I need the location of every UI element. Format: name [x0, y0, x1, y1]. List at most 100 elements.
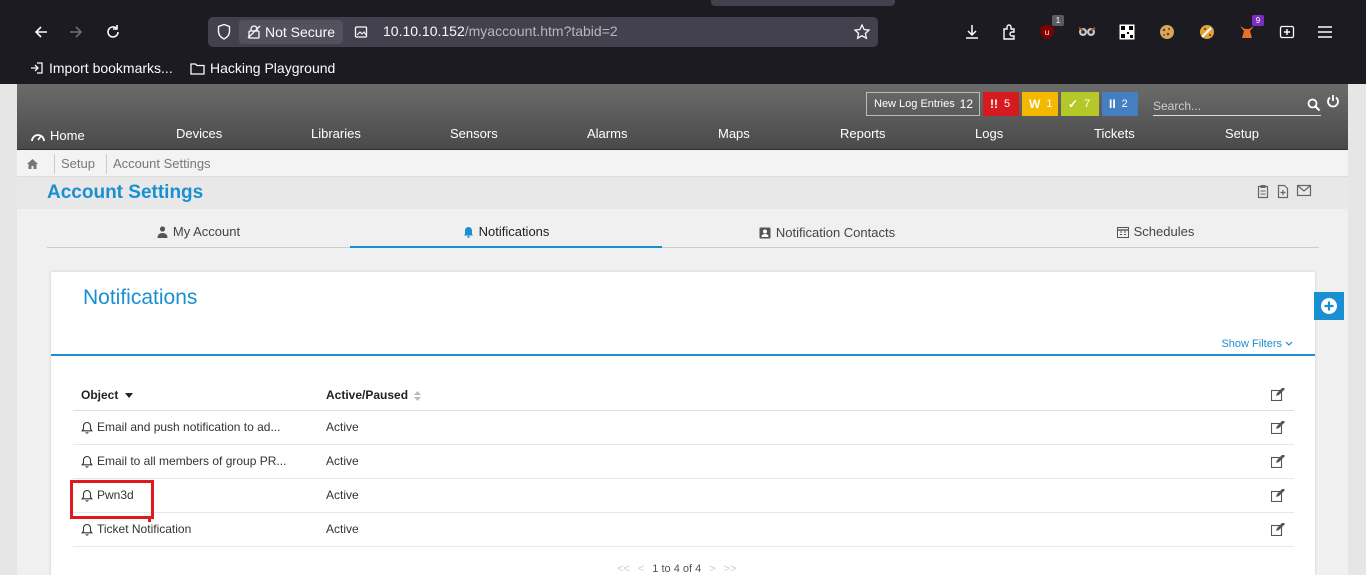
owl-icon [1078, 27, 1096, 36]
extension-owl[interactable] [1076, 21, 1098, 43]
tab-strip [0, 0, 1366, 10]
envelope-icon[interactable] [1296, 184, 1312, 199]
bookmark-label: Import bookmarks... [49, 60, 173, 76]
hamburger-menu-icon [1318, 26, 1332, 38]
folder-icon [190, 62, 205, 75]
bookmark-import[interactable]: Import bookmarks... [30, 58, 173, 78]
menu-button[interactable] [1314, 21, 1336, 43]
status-cell: Active [318, 512, 1254, 547]
cookie-icon [1160, 25, 1174, 39]
breadcrumb-account-settings[interactable]: Account Settings [106, 154, 211, 174]
nav-sensors[interactable]: Sensors [450, 126, 498, 142]
extension-foxy[interactable]: 9 [1236, 15, 1264, 43]
nav-maps[interactable]: Maps [718, 126, 750, 142]
bookmark-hacking-playground[interactable]: Hacking Playground [190, 58, 335, 78]
url-bar[interactable]: Not Secure 10.10.10.152/myaccount.htm?ta… [208, 17, 878, 47]
first-page-icon[interactable]: << [617, 563, 630, 575]
log-label: New Log Entries [874, 98, 955, 110]
ok-status-badge[interactable]: ✓ 7 [1061, 92, 1099, 116]
nav-setup[interactable]: Setup [1225, 126, 1259, 142]
nav-tickets[interactable]: Tickets [1094, 126, 1135, 142]
alarm-icon: !! [990, 97, 998, 111]
pagination: << < 1 to 4 of 4 > >> [617, 563, 737, 575]
bell-outline-icon [81, 489, 93, 502]
column-object[interactable]: Object [73, 380, 318, 411]
tab-notification-contacts[interactable]: Notification Contacts [662, 222, 992, 248]
breadcrumb-setup[interactable]: Setup [54, 154, 95, 174]
downloads-button[interactable] [961, 21, 983, 43]
tab-schedules[interactable]: Schedules [992, 222, 1319, 248]
add-notification-button[interactable] [1314, 292, 1344, 320]
column-edit[interactable] [1254, 380, 1294, 411]
breadcrumb: Setup Account Settings [17, 151, 1348, 177]
user-icon [157, 226, 168, 238]
main-nav: Devices Libraries Sensors Alarms Maps Re… [17, 126, 1348, 148]
paused-status-badge[interactable]: II 2 [1102, 92, 1138, 116]
back-button[interactable] [28, 19, 54, 45]
power-icon[interactable] [1326, 94, 1340, 108]
browser-tab[interactable] [711, 0, 895, 6]
nav-devices[interactable]: Devices [176, 126, 222, 142]
object-cell[interactable]: Email and push notification to ad... [73, 410, 318, 445]
shield-icon[interactable] [216, 23, 232, 41]
add-file-icon[interactable] [1276, 184, 1290, 199]
object-cell[interactable]: Ticket Notification [73, 512, 318, 547]
show-filters-link[interactable]: Show Filters [1221, 338, 1293, 350]
extension-cookie[interactable] [1156, 21, 1178, 43]
object-cell[interactable]: Pwn3d [73, 478, 318, 513]
puzzle-icon [1003, 24, 1015, 40]
forward-button[interactable] [63, 19, 89, 45]
edit-cell[interactable] [1254, 478, 1294, 513]
column-status[interactable]: Active/Paused [318, 380, 1254, 411]
warning-icon: W [1029, 97, 1041, 111]
alarm-count: 5 [1004, 98, 1011, 110]
edit-cell[interactable] [1254, 512, 1294, 547]
table-row[interactable]: Ticket Notification Active [73, 512, 1294, 547]
search-input[interactable] [1153, 99, 1293, 113]
prtg-app: New Log Entries 12 !! 5 W 1 ✓ 7 II 2 Sea… [17, 84, 1348, 575]
page-info-icon[interactable] [354, 25, 368, 39]
object-name: Email and push notification to ad... [97, 420, 281, 434]
extension-container[interactable] [1276, 21, 1298, 43]
nav-reports[interactable]: Reports [840, 126, 886, 142]
edit-cell[interactable] [1254, 410, 1294, 445]
extension-qr[interactable] [1116, 21, 1138, 43]
notifications-table: Object Active/Paused Email and push noti… [73, 380, 1294, 547]
import-icon [31, 62, 43, 74]
tab-my-account[interactable]: My Account [47, 222, 350, 248]
url-text[interactable]: 10.10.10.152/myaccount.htm?tabid=2 [383, 23, 618, 39]
table-row[interactable]: Email to all members of group PR... Acti… [73, 444, 1294, 479]
security-indicator[interactable]: Not Secure [239, 20, 344, 44]
column-label: Active/Paused [326, 387, 409, 402]
column-label: Object [81, 387, 119, 402]
nav-logs[interactable]: Logs [975, 126, 1003, 142]
table-row[interactable]: Email and push notification to ad... Act… [73, 410, 1294, 445]
clipboard-icon[interactable] [1256, 184, 1270, 199]
breadcrumb-home[interactable] [21, 154, 39, 174]
extension-cookie-editor[interactable] [1196, 21, 1218, 43]
new-log-entries-button[interactable]: New Log Entries 12 [866, 92, 980, 116]
edit-cell[interactable] [1254, 444, 1294, 479]
nav-libraries[interactable]: Libraries [311, 126, 361, 142]
last-page-icon[interactable]: >> [724, 563, 737, 575]
table-row[interactable]: Pwn3d Active [73, 478, 1294, 513]
paused-count: 2 [1121, 98, 1128, 110]
ublock-badge: 1 [1052, 15, 1064, 26]
page-header: Account Settings [17, 177, 1348, 209]
status-cell: Active [318, 410, 1254, 445]
tab-notifications[interactable]: Notifications [350, 222, 662, 248]
search-icon[interactable] [1307, 98, 1321, 112]
alarms-status-badge[interactable]: !! 5 [983, 92, 1019, 116]
pager-label: 1 to 4 of 4 [652, 563, 702, 575]
extensions-button[interactable] [998, 21, 1020, 43]
bookmark-star-icon[interactable] [853, 23, 871, 41]
object-cell[interactable]: Email to all members of group PR... [73, 444, 318, 479]
prev-page-icon[interactable]: < [638, 563, 644, 575]
reload-button[interactable] [100, 19, 126, 45]
next-page-icon[interactable]: > [709, 563, 715, 575]
nav-alarms[interactable]: Alarms [587, 126, 627, 142]
ublock-extension[interactable]: u 1 [1036, 15, 1064, 43]
extension-badge: 9 [1252, 15, 1264, 26]
warnings-status-badge[interactable]: W 1 [1022, 92, 1058, 116]
settings-tabs: My Account Notifications Notification Co… [47, 222, 1319, 248]
